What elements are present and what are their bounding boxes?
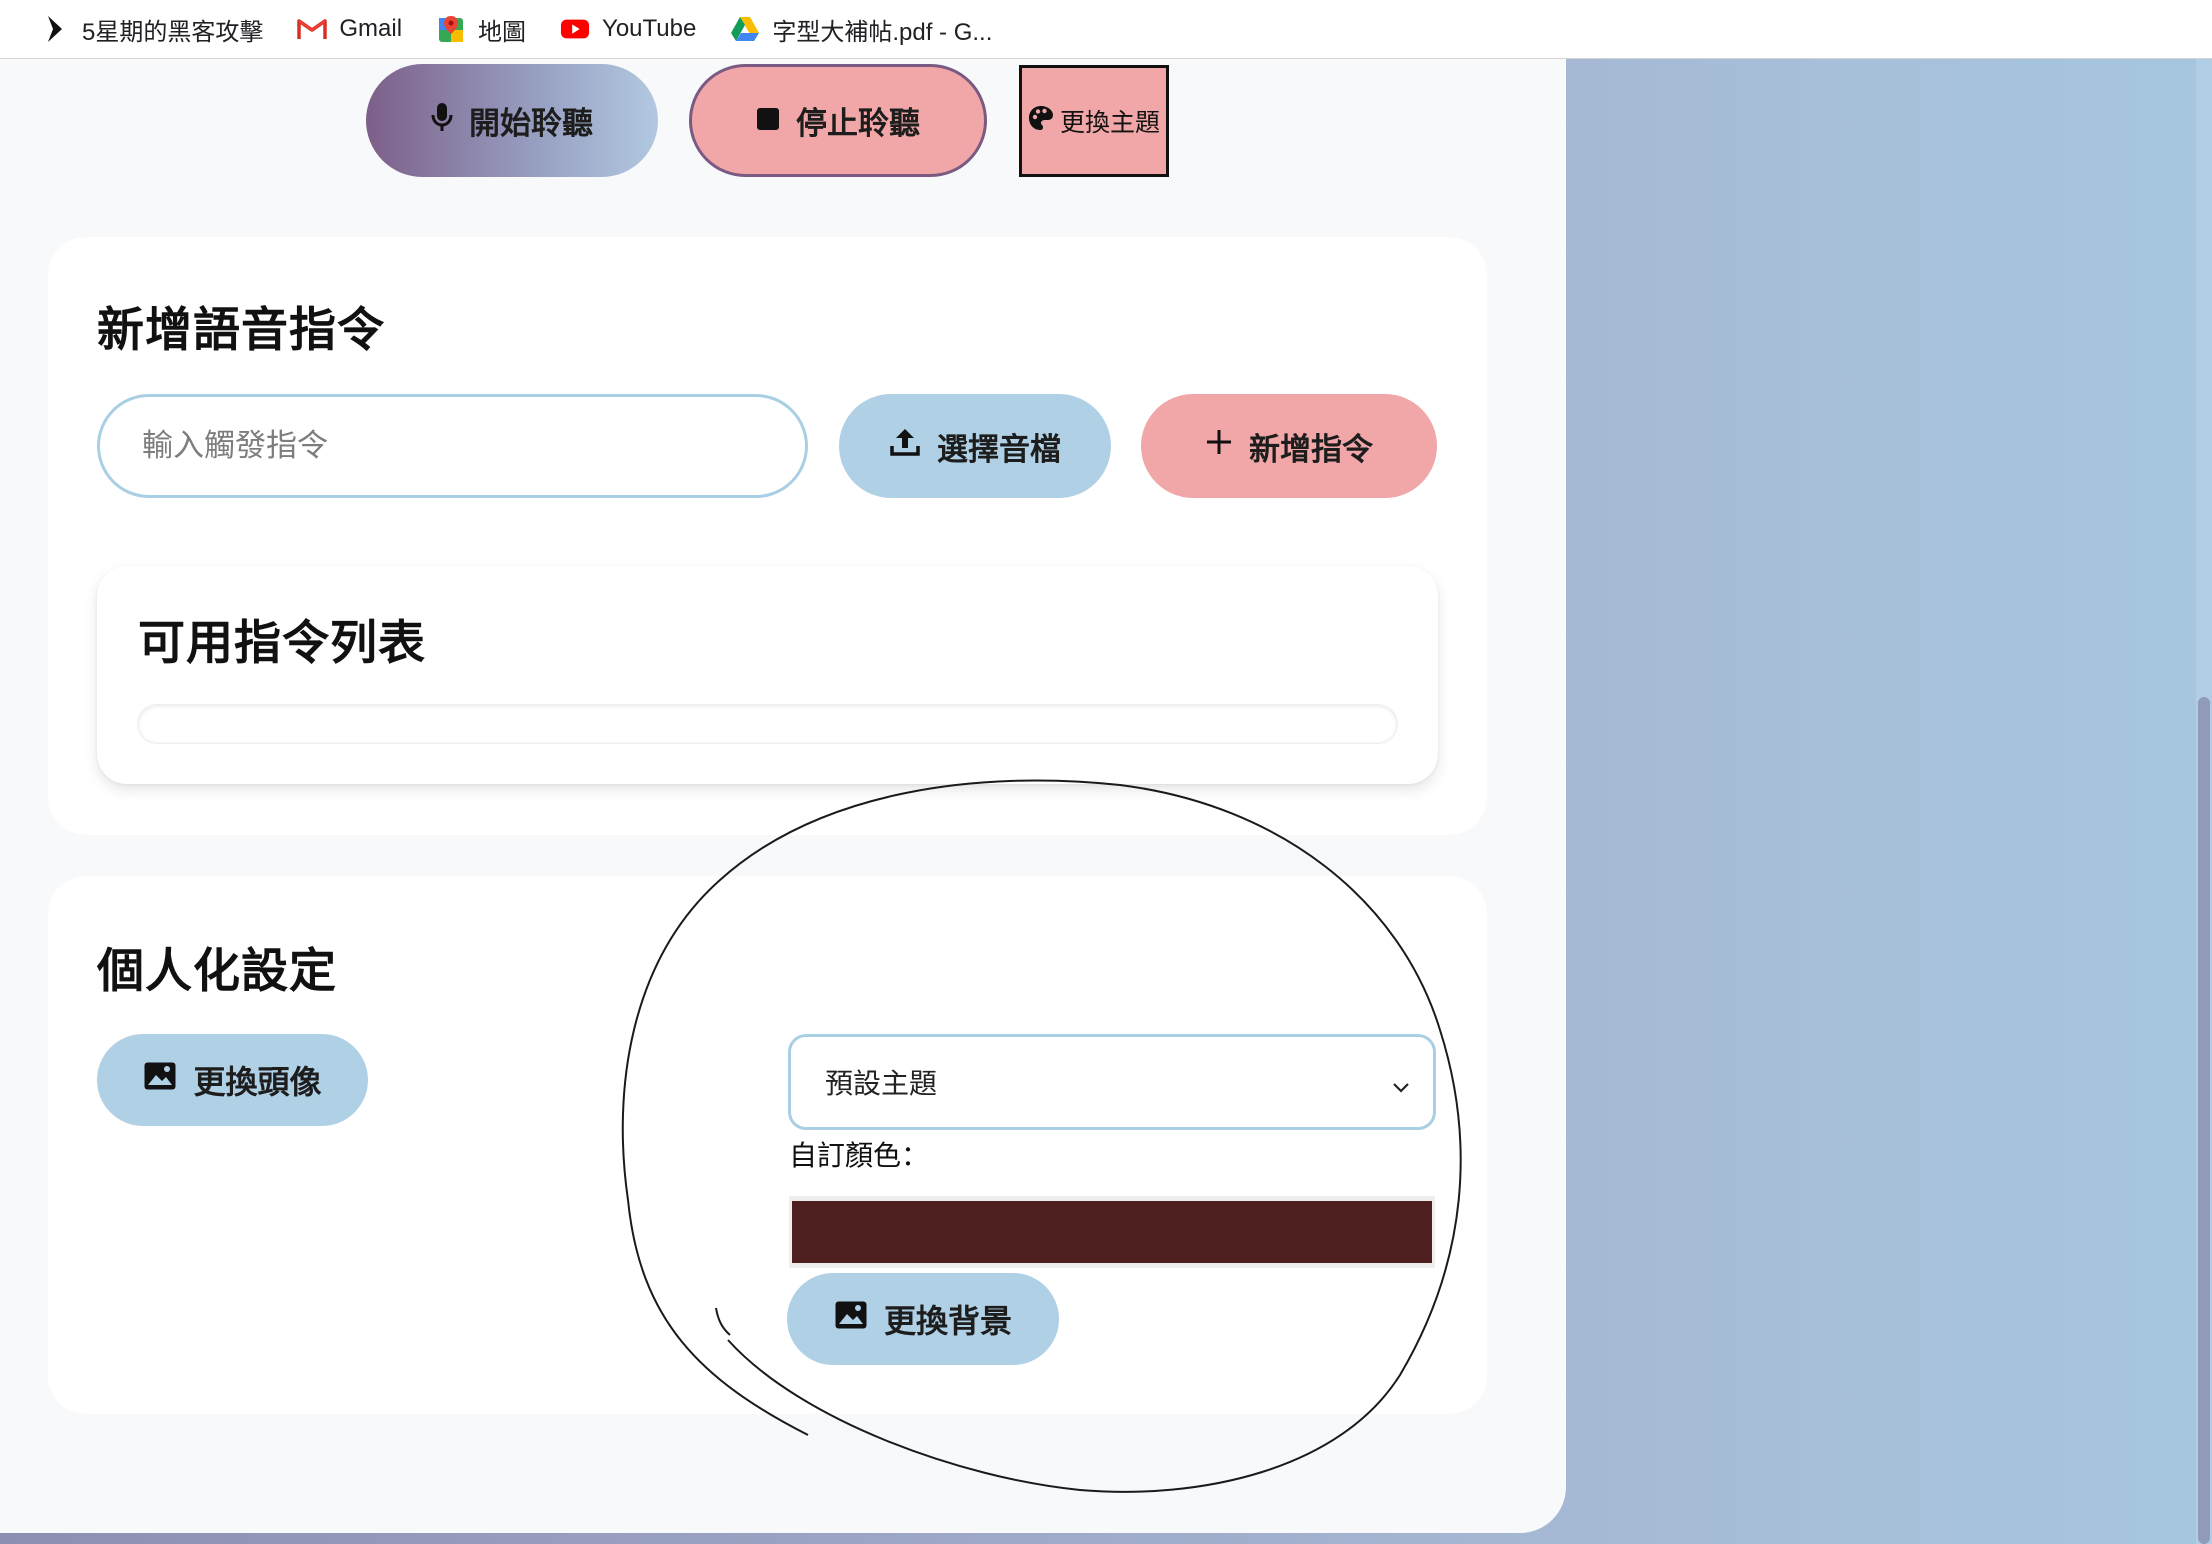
theme-select[interactable]: 預設主題	[788, 1034, 1436, 1130]
command-list-card	[97, 566, 1438, 784]
maps-icon	[436, 14, 466, 44]
color-swatch-fill	[792, 1201, 1432, 1263]
stop-listening-button[interactable]: 停止聆聽	[689, 64, 987, 177]
chevron-down-icon	[1391, 1073, 1411, 1093]
start-listening-button[interactable]: 開始聆聽	[366, 64, 658, 177]
bookmark-label: Gmail	[339, 15, 403, 42]
scrollbar-thumb[interactable]	[2198, 697, 2210, 1544]
bookmark-label: 地圖	[478, 18, 527, 46]
image-icon	[143, 1061, 177, 1099]
plus-icon	[1205, 428, 1233, 464]
change-avatar-button[interactable]: 更換頭像	[97, 1034, 368, 1126]
theme-select-value: 預設主題	[825, 1068, 938, 1099]
youtube-icon	[560, 14, 590, 44]
change-background-label: 更換背景	[883, 1303, 1012, 1339]
personalization-title: 個人化設定	[97, 944, 337, 997]
bookmark-item[interactable]: 5星期的黑客攻擊	[40, 12, 263, 47]
add-command-label: 新增指令	[1249, 431, 1373, 467]
bookmark-item[interactable]: 字型大補帖.pdf - G...	[730, 12, 992, 47]
bookmark-label: 字型大補帖.pdf - G...	[772, 18, 993, 46]
voice-commands-title: 新增語音指令	[97, 303, 385, 356]
stop-icon	[756, 103, 780, 139]
add-command-button[interactable]: 新增指令	[1141, 394, 1437, 498]
bookmark-item[interactable]: YouTube	[560, 14, 696, 44]
trigger-command-input[interactable]	[97, 394, 808, 498]
gmail-icon	[297, 14, 328, 44]
bookmarks-bar: 5星期的黑客攻擊 Gmail 地圖 YouTube 字型大補帖.pdf - G.…	[0, 0, 2212, 59]
bookmark-label: YouTube	[602, 15, 697, 42]
bookmark-item[interactable]: 地圖	[436, 12, 526, 47]
arrow-cursor-icon	[40, 14, 70, 44]
change-theme-button[interactable]: 更換主題	[1019, 65, 1169, 177]
palette-icon	[1028, 105, 1054, 138]
custom-color-label: 自訂顏色：	[789, 1140, 930, 1171]
upload-icon	[889, 426, 921, 466]
microphone-icon	[431, 101, 453, 141]
bookmark-label: 5星期的黑客攻擊	[82, 18, 264, 46]
command-list	[137, 704, 1398, 744]
change-background-button[interactable]: 更換背景	[787, 1273, 1059, 1365]
change-theme-label: 更換主題	[1059, 109, 1160, 137]
stop-listening-label: 停止聆聽	[796, 106, 920, 141]
choose-audio-button[interactable]: 選擇音檔	[839, 394, 1111, 498]
bookmark-item[interactable]: Gmail	[297, 14, 402, 44]
change-avatar-label: 更換頭像	[193, 1064, 322, 1100]
command-list-title: 可用指令列表	[138, 616, 426, 669]
start-listening-label: 開始聆聽	[469, 106, 593, 141]
google-drive-icon	[730, 14, 760, 44]
image-icon	[834, 1300, 868, 1338]
choose-audio-label: 選擇音檔	[937, 431, 1061, 467]
custom-color-picker[interactable]	[789, 1196, 1435, 1268]
